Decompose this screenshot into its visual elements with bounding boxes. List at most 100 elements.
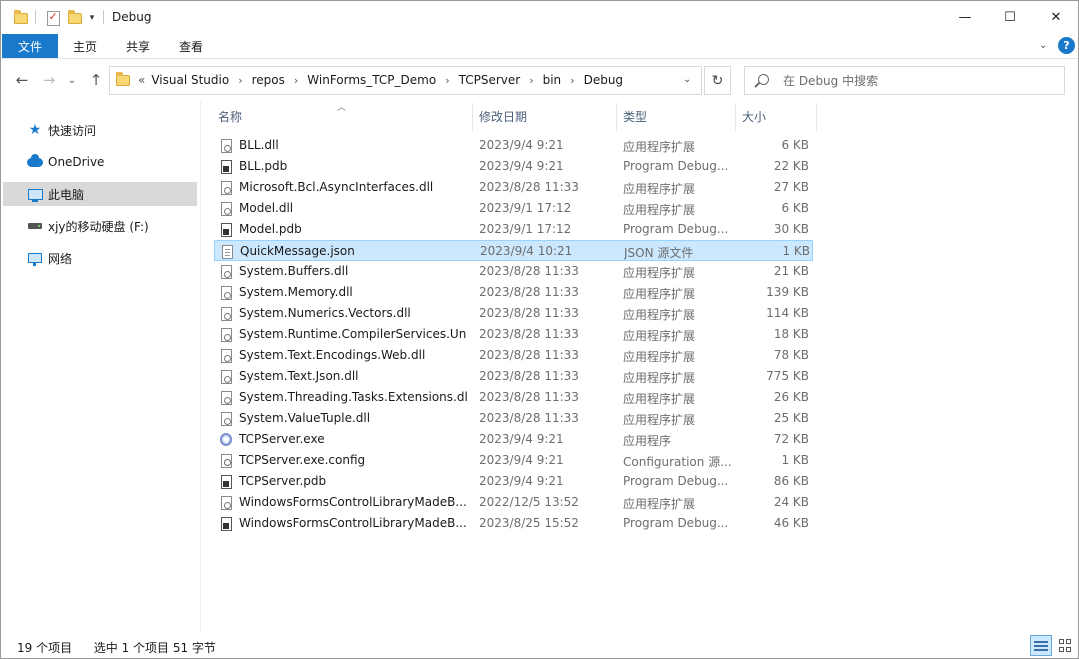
- tab-view[interactable]: 查看: [179, 38, 203, 55]
- column-header-date[interactable]: 修改日期: [479, 101, 617, 131]
- forward-button[interactable]: →: [38, 69, 60, 91]
- file-size: 22 KB: [773, 159, 809, 173]
- nav-item-this-pc[interactable]: 此电脑: [3, 182, 197, 206]
- close-button[interactable]: ✕: [1033, 1, 1078, 33]
- navigation-pane: ★ 快速访问 OneDrive 此电脑 xjy的移动硬盘 (F:) 网络: [1, 101, 201, 631]
- column-label: 名称: [218, 109, 243, 124]
- table-row[interactable]: WindowsFormsControlLibraryMadeB... 2023/8…: [214, 513, 813, 534]
- file-size: 21 KB: [773, 264, 809, 278]
- folder-icon[interactable]: [13, 9, 29, 27]
- computer-icon: [27, 187, 43, 202]
- nav-item-external-drive[interactable]: xjy的移动硬盘 (F:): [3, 214, 197, 238]
- expand-ribbon-icon[interactable]: ⌄: [1039, 40, 1047, 51]
- chevron-right-icon[interactable]: ›: [232, 74, 248, 87]
- pane-splitter[interactable]: [200, 101, 201, 631]
- details-view-button[interactable]: [1030, 635, 1052, 656]
- nav-item-onedrive[interactable]: OneDrive: [3, 150, 197, 174]
- breadcrumb-item[interactable]: WinForms_TCP_Demo: [304, 73, 439, 87]
- breadcrumb-item[interactable]: Debug: [581, 73, 626, 87]
- chevron-right-icon[interactable]: ›: [523, 74, 539, 87]
- file-type: 应用程序扩展: [623, 266, 696, 280]
- table-row[interactable]: Microsoft.Bcl.AsyncInterfaces.dll 2023/8/…: [214, 177, 813, 198]
- table-row[interactable]: System.Text.Encodings.Web.dll 2023/8/28 1…: [214, 345, 813, 366]
- table-row[interactable]: BLL.pdb 2023/9/4 9:21 Program Debug... 22 K…: [214, 156, 813, 177]
- help-icon[interactable]: ?: [1058, 37, 1075, 54]
- dll-file-icon: [220, 201, 232, 216]
- file-date: 2023/9/1 17:12: [479, 201, 572, 215]
- recent-locations-icon[interactable]: ⌄: [61, 69, 83, 91]
- file-name: TCPServer.pdb: [239, 474, 327, 488]
- file-type: JSON 源文件: [624, 246, 694, 260]
- refresh-button[interactable]: ↻: [704, 66, 731, 95]
- chevron-down-icon[interactable]: ⌄: [683, 74, 691, 85]
- column-divider[interactable]: [472, 103, 473, 131]
- file-date: 2023/8/28 11:33: [479, 348, 579, 362]
- table-row[interactable]: TCPServer.exe.config 2023/9/4 9:21 Configu…: [214, 450, 813, 471]
- tab-file[interactable]: 文件: [2, 34, 58, 58]
- table-row[interactable]: System.Text.Json.dll 2023/8/28 11:33 应用程序扩…: [214, 366, 813, 387]
- address-bar[interactable]: « Visual Studio › repos › WinForms_TCP_D…: [109, 66, 702, 95]
- table-row[interactable]: System.Numerics.Vectors.dll 2023/8/28 11:…: [214, 303, 813, 324]
- tab-home[interactable]: 主页: [73, 38, 97, 55]
- file-size: 1 KB: [781, 453, 809, 467]
- nav-item-quick-access[interactable]: ★ 快速访问: [3, 118, 197, 142]
- table-row[interactable]: System.ValueTuple.dll 2023/8/28 11:33 应用程序…: [214, 408, 813, 429]
- table-row[interactable]: BLL.dll 2023/9/4 9:21 应用程序扩展 6 KB: [214, 135, 813, 156]
- nav-item-network[interactable]: 网络: [3, 246, 197, 270]
- column-divider[interactable]: [816, 103, 817, 131]
- minimize-button[interactable]: —: [942, 1, 988, 33]
- table-row[interactable]: Model.pdb 2023/9/1 17:12 Program Debug... 3…: [214, 219, 813, 240]
- breadcrumb-item[interactable]: bin: [540, 73, 565, 87]
- chevron-right-icon[interactable]: ›: [564, 74, 580, 87]
- file-size: 26 KB: [773, 390, 809, 404]
- up-button[interactable]: ↑: [85, 69, 107, 91]
- breadcrumb-item[interactable]: repos: [249, 73, 288, 87]
- back-button[interactable]: ←: [11, 69, 33, 91]
- pdb-file-icon: [220, 222, 232, 237]
- column-divider[interactable]: [616, 103, 617, 131]
- cloud-icon: [27, 153, 43, 169]
- table-row[interactable]: TCPServer.pdb 2023/9/4 9:21 Program Debug.…: [214, 471, 813, 492]
- table-row[interactable]: QuickMessage.json 2023/9/4 10:21 JSON 源文件 1…: [214, 240, 813, 261]
- column-header-type[interactable]: 类型: [623, 101, 735, 131]
- file-type: Program Debug...: [623, 516, 729, 530]
- search-box[interactable]: [744, 66, 1065, 95]
- file-date: 2023/8/28 11:33: [479, 411, 579, 425]
- file-type: 应用程序扩展: [623, 413, 696, 427]
- table-row[interactable]: TCPServer.exe 2023/9/4 9:21 应用程序 72 KB: [214, 429, 813, 450]
- star-icon: ★: [28, 122, 42, 138]
- file-date: 2022/12/5 13:52: [479, 495, 579, 509]
- file-type: 应用程序扩展: [623, 287, 696, 301]
- table-row[interactable]: System.Runtime.CompilerServices.Un... 202…: [214, 324, 813, 345]
- tab-share[interactable]: 共享: [126, 38, 150, 55]
- sort-ascending-icon: ︿: [337, 103, 347, 113]
- search-input[interactable]: [783, 72, 1053, 90]
- breadcrumb-item[interactable]: Visual Studio: [148, 73, 232, 87]
- table-row[interactable]: System.Buffers.dll 2023/8/28 11:33 应用程序扩展 2…: [214, 261, 813, 282]
- table-row[interactable]: Model.dll 2023/9/1 17:12 应用程序扩展 6 KB: [214, 198, 813, 219]
- file-date: 2023/8/28 11:33: [479, 285, 579, 299]
- nav-item-label: 快速访问: [48, 123, 97, 138]
- column-label: 修改日期: [479, 109, 528, 124]
- table-row[interactable]: WindowsFormsControlLibraryMadeB... 2022/1…: [214, 492, 813, 513]
- file-date: 2023/9/4 9:21: [479, 453, 564, 467]
- pdb-file-icon: [220, 474, 232, 489]
- new-folder-icon[interactable]: [67, 9, 83, 27]
- column-divider[interactable]: [735, 103, 736, 131]
- column-header-size[interactable]: 大小: [742, 101, 812, 131]
- quick-access-dropdown-icon[interactable]: ▾: [87, 9, 97, 27]
- breadcrumb-item[interactable]: TCPServer: [456, 73, 524, 87]
- properties-icon[interactable]: [45, 9, 61, 27]
- file-name: BLL.pdb: [239, 159, 288, 173]
- breadcrumb-overflow[interactable]: «: [135, 73, 148, 87]
- file-size: 25 KB: [773, 411, 809, 425]
- table-row[interactable]: System.Threading.Tasks.Extensions.dll 202…: [214, 387, 813, 408]
- file-size: 46 KB: [773, 516, 809, 530]
- folder-icon: [116, 72, 130, 86]
- file-name: Model.dll: [239, 201, 294, 215]
- table-row[interactable]: System.Memory.dll 2023/8/28 11:33 应用程序扩展 13…: [214, 282, 813, 303]
- maximize-button[interactable]: ☐: [987, 1, 1033, 33]
- large-icons-view-button[interactable]: [1055, 635, 1077, 656]
- chevron-right-icon[interactable]: ›: [439, 74, 455, 87]
- chevron-right-icon[interactable]: ›: [288, 74, 304, 87]
